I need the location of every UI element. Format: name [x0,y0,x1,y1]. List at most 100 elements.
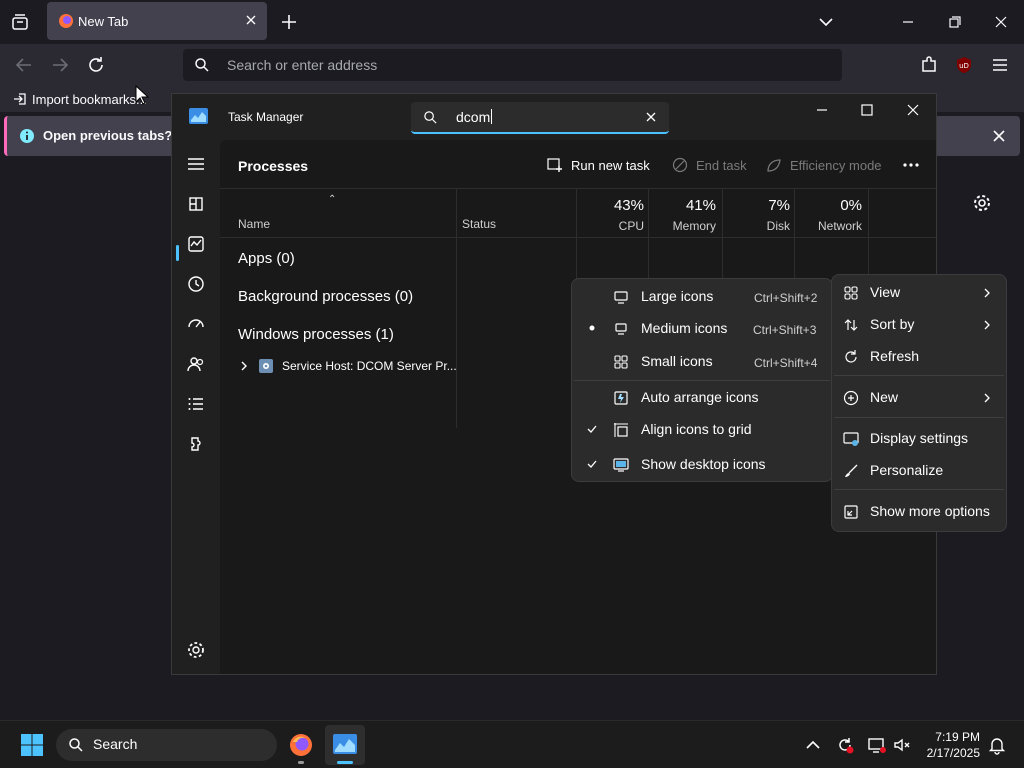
column-headers: ⌃ Name Status 43% CPU 41% Memory 7% Disk… [220,188,936,239]
address-bar[interactable]: Search or enter address [183,49,842,81]
column-divider [648,189,649,239]
app-history-icon[interactable] [184,272,208,296]
task-manager-nav-rail [172,140,220,674]
performance-icon[interactable] [184,232,208,256]
hamburger-menu-icon[interactable] [988,53,1012,77]
table-row[interactable]: Service Host: DCOM Server Pr... [238,354,457,378]
close-tab-icon[interactable] [243,12,259,28]
menu-item-show-desktop-icons[interactable]: Show desktop icons [572,450,832,480]
task-manager-search-input[interactable]: dcom [411,102,669,134]
startup-apps-icon[interactable] [184,312,208,336]
active-indicator [337,761,353,764]
menu-item-sort-by[interactable]: Sort by [832,310,1006,340]
mouse-pointer-icon [135,85,149,105]
chevron-right-icon [984,320,990,330]
extensions-icon[interactable] [917,53,941,77]
forward-arrow-icon[interactable] [48,53,72,77]
refresh-icon [845,350,857,363]
tab-list-icon[interactable] [10,12,30,32]
network-percent: 0% [840,197,862,214]
taskbar-app-firefox[interactable] [281,725,321,765]
task-manager-titlebar: Task Manager dcom [172,94,936,140]
taskbar-search-box[interactable]: Search [56,729,277,761]
menu-item-auto-arrange[interactable]: Auto arrange icons [572,383,832,413]
column-disk[interactable]: Disk [767,219,790,233]
reload-icon[interactable] [84,53,108,77]
close-notice-icon[interactable] [990,127,1008,145]
menu-item-label: Large icons [641,288,714,304]
brush-icon [845,464,858,477]
menu-item-align-to-grid[interactable]: Align icons to grid [572,415,832,445]
active-nav-indicator [176,245,179,261]
run-new-task-button[interactable]: Run new task [547,157,650,173]
system-clock[interactable]: 7:19 PM 2/17/2025 [918,729,980,761]
volume-muted-icon[interactable] [892,735,912,755]
new-plus-circle-icon [843,390,859,406]
menu-item-large-icons[interactable]: Large icons Ctrl+Shift+2 [572,282,832,312]
clear-search-icon[interactable] [645,111,657,123]
minimize-icon[interactable] [896,10,920,34]
tm-close-icon[interactable] [903,100,923,120]
column-divider [456,189,457,239]
clock-time: 7:19 PM [935,730,980,744]
back-arrow-icon[interactable] [12,53,36,77]
end-task-button[interactable]: End task [672,157,747,173]
cpu-percent: 43% [613,197,644,214]
column-divider [868,189,869,239]
group-apps: Apps (0) [238,250,295,267]
column-name[interactable]: Name [238,217,270,231]
auto-arrange-icon [614,391,628,405]
column-network[interactable]: Network [818,219,862,233]
column-divider [456,238,457,428]
run-new-task-label: Run new task [571,157,650,173]
menu-item-view[interactable]: View [832,278,1006,308]
firefox-icon [59,14,73,28]
processes-icon[interactable] [184,192,208,216]
menu-item-medium-icons[interactable]: Medium icons Ctrl+Shift+3 [572,314,832,344]
page-title: Processes [238,158,309,174]
efficiency-mode-button[interactable]: Efficiency mode [766,157,882,173]
column-cpu[interactable]: CPU [619,219,644,233]
users-icon[interactable] [184,352,208,376]
notification-bell-icon[interactable] [987,735,1007,755]
ublock-origin-icon[interactable]: uD [952,53,976,77]
column-divider [576,189,577,239]
menu-item-personalize[interactable]: Personalize [832,456,1006,486]
menu-item-label: New [870,389,899,405]
import-bookmarks-link[interactable]: Import bookmarks... [12,91,147,107]
tm-maximize-icon[interactable] [857,100,877,120]
process-name: Service Host: DCOM Server Pr... [282,359,457,373]
search-icon [424,111,437,124]
run-task-icon [547,158,562,172]
more-options-icon[interactable] [902,159,920,171]
chevron-right-icon[interactable] [238,360,250,372]
column-memory[interactable]: Memory [673,219,716,233]
tab-title: New Tab [78,14,129,29]
menu-item-label: Medium icons [641,320,728,336]
sync-alert-icon[interactable] [835,735,855,755]
new-tab-icon[interactable] [279,12,299,32]
menu-item-show-more-options[interactable]: Show more options [832,497,1006,527]
chevron-up-icon[interactable] [803,735,823,755]
network-icon[interactable] [867,735,887,755]
windows-start-icon[interactable] [20,733,44,757]
tm-minimize-icon[interactable] [812,100,832,120]
chevron-down-icon[interactable] [816,12,836,32]
column-status[interactable]: Status [462,217,496,231]
tab-new-tab[interactable]: New Tab [47,2,267,40]
taskbar-app-task-manager[interactable] [325,725,365,765]
newtab-settings-gear-icon[interactable] [972,193,992,213]
menu-item-display-settings[interactable]: Display settings [832,424,1006,454]
services-icon[interactable] [184,432,208,456]
menu-item-label: Align icons to grid [641,421,752,437]
details-list-icon[interactable] [184,392,208,416]
menu-item-refresh[interactable]: Refresh [832,342,1006,372]
restore-icon[interactable] [943,10,967,34]
menu-item-label: Display settings [870,430,969,446]
menu-item-small-icons[interactable]: Small icons Ctrl+Shift+4 [572,347,832,377]
close-icon[interactable] [989,10,1013,34]
import-icon [14,93,26,105]
hamburger-menu-icon[interactable] [184,152,208,176]
menu-item-new[interactable]: New [832,383,1006,413]
settings-gear-icon[interactable] [184,638,208,662]
